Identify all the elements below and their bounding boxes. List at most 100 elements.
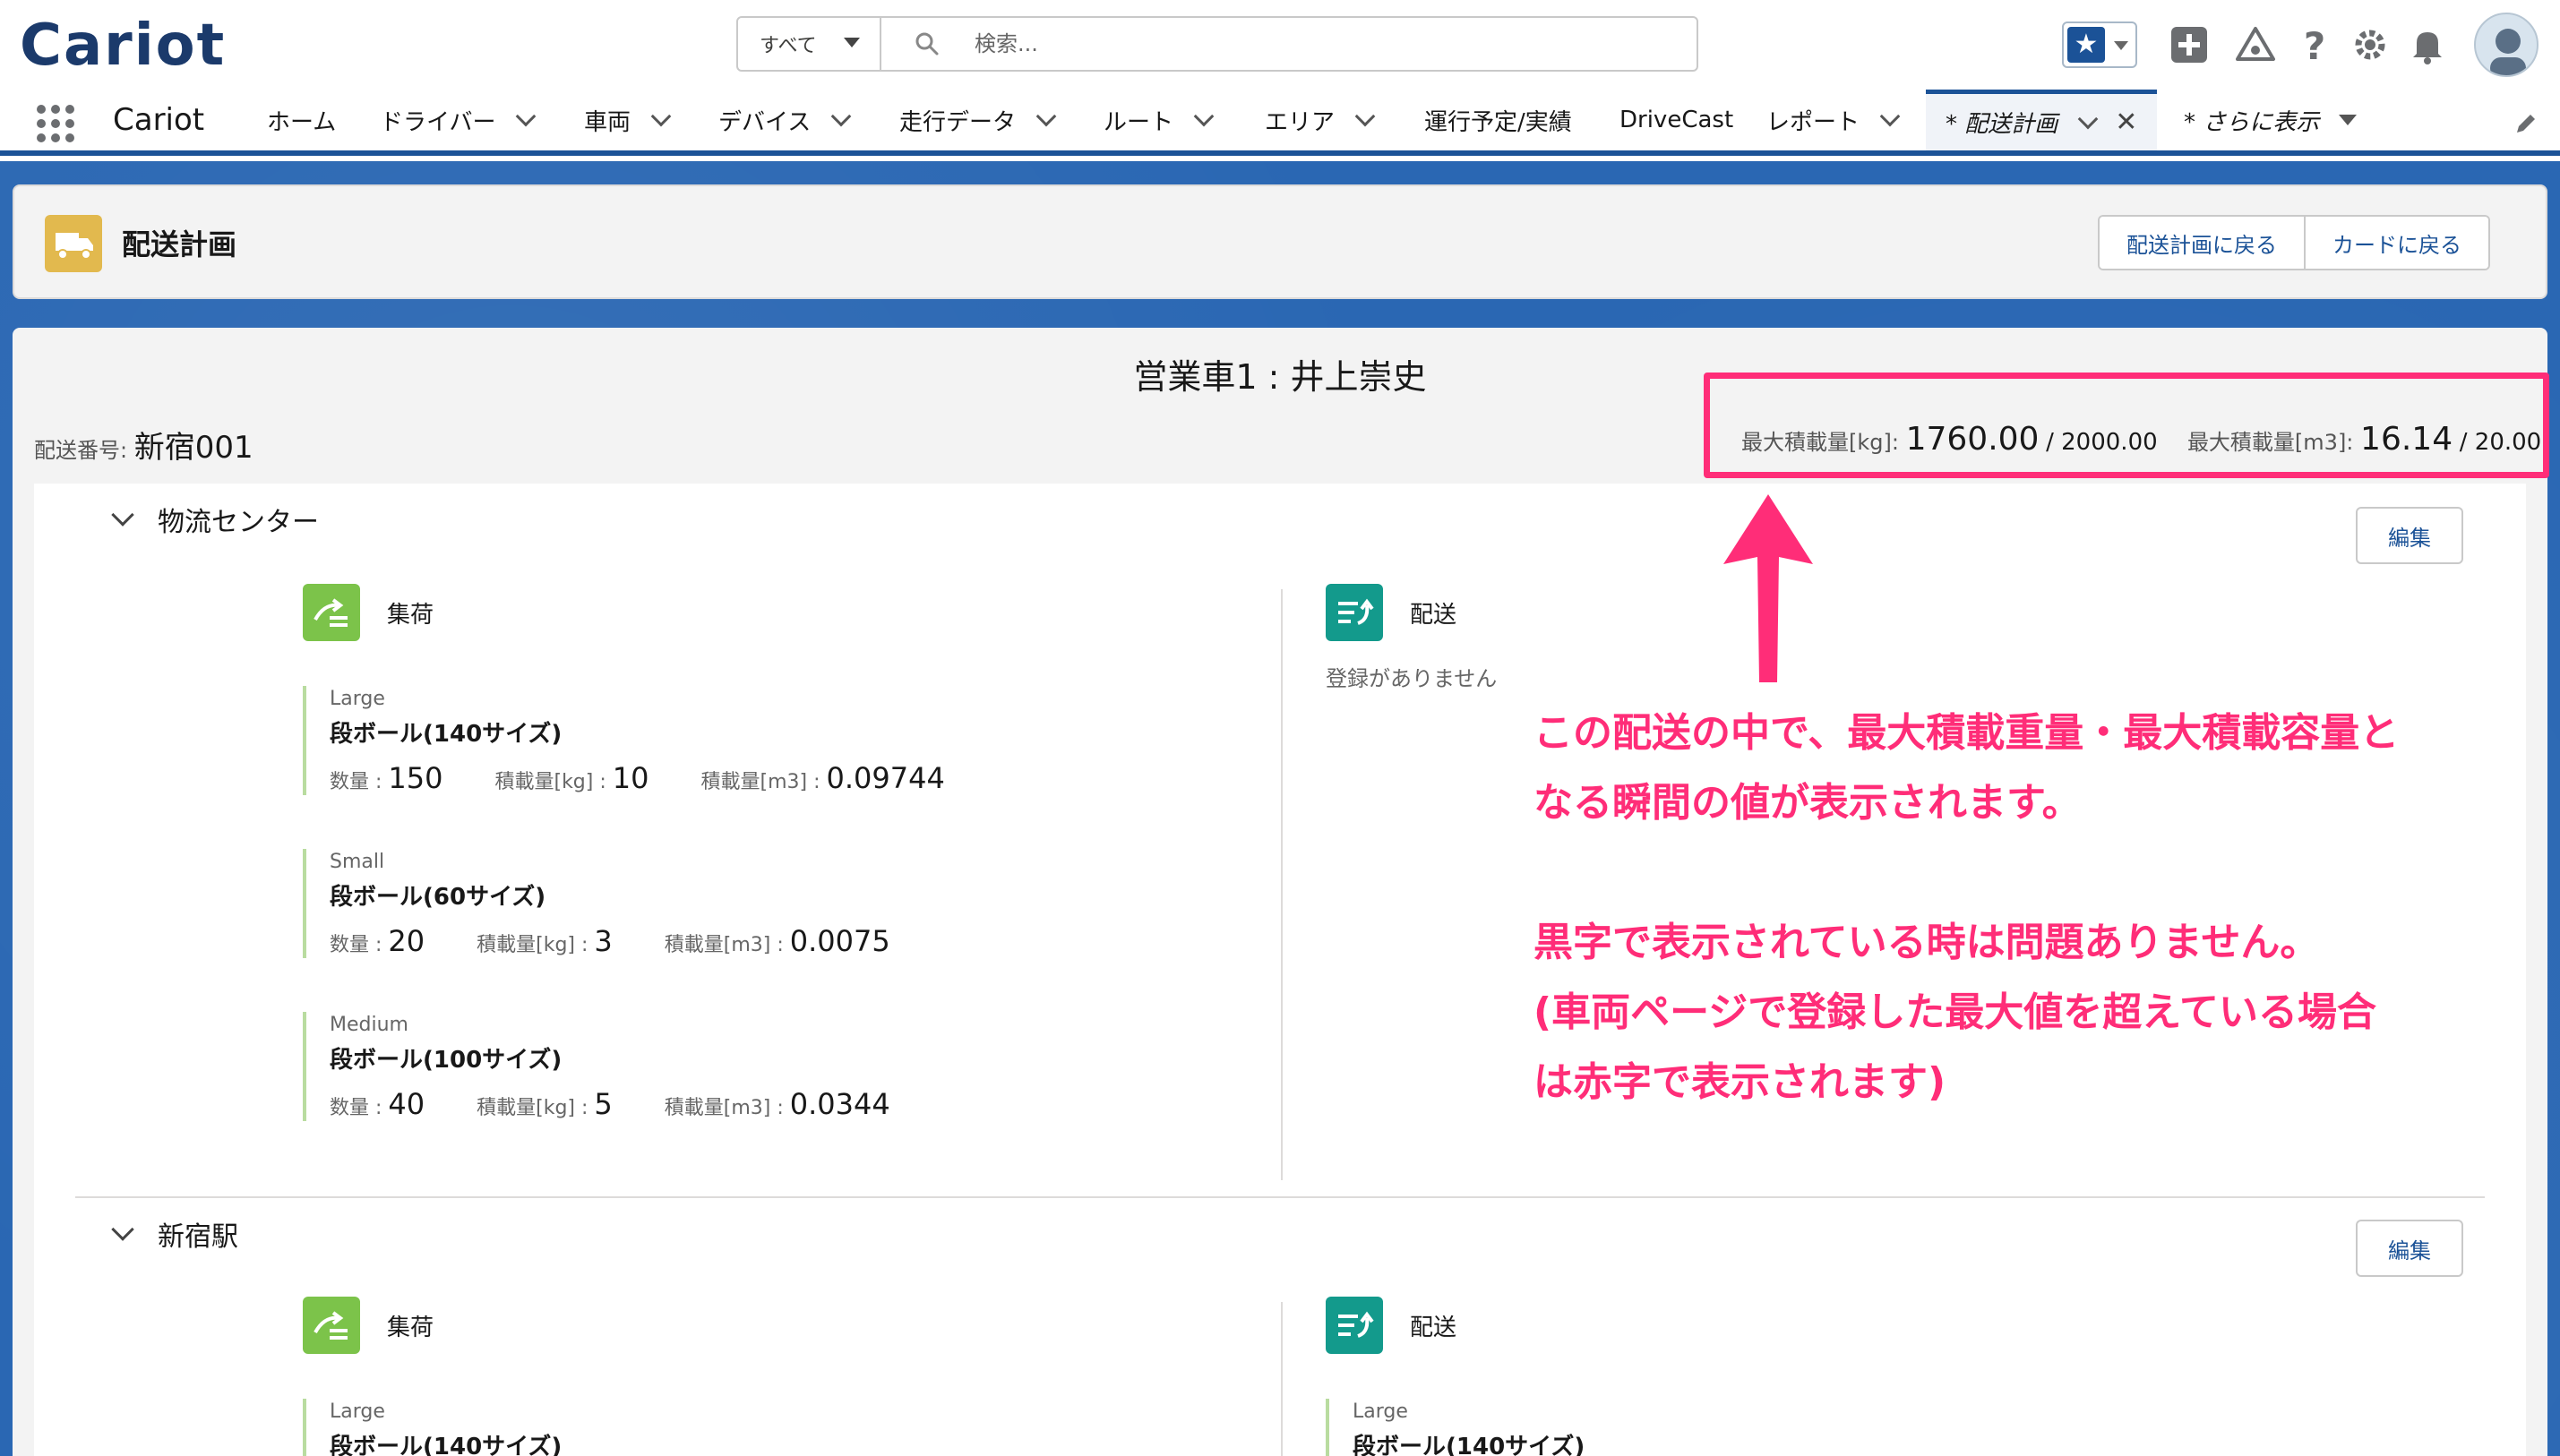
nav-item-label: レポート bbox=[1766, 108, 1860, 136]
nav-item-areas[interactable]: エリア bbox=[1265, 90, 1376, 150]
column-divider bbox=[1281, 1302, 1283, 1456]
cargo-size: Medium bbox=[330, 1014, 408, 1036]
qty-label: 数量 : bbox=[330, 771, 382, 793]
caret-down-icon bbox=[844, 38, 860, 47]
cargo-size: Large bbox=[330, 1400, 385, 1423]
chevron-down-icon bbox=[111, 503, 134, 527]
navigation-bar: Cariot ホーム ドライバー 車両 デバイス 走行データ ルート エリア 運… bbox=[0, 90, 2560, 156]
weight-value: 3 bbox=[594, 924, 613, 958]
nav-item-label: * 配送計画 bbox=[1946, 111, 2058, 138]
avatar-icon bbox=[2490, 29, 2526, 75]
cargo-name: 段ボール(140サイズ) bbox=[330, 721, 563, 748]
stop-name: 物流センター bbox=[158, 507, 319, 538]
chevron-down-icon[interactable] bbox=[516, 106, 537, 127]
no-records-message: 登録がありません bbox=[1326, 666, 1498, 691]
delivery-header: 配送 bbox=[1326, 584, 1456, 641]
nav-item-label: エリア bbox=[1265, 108, 1336, 136]
search-input[interactable] bbox=[975, 23, 1673, 64]
cargo-name: 段ボール(140サイズ) bbox=[330, 1434, 563, 1456]
weight-label: 積載量[kg] : bbox=[477, 1097, 588, 1119]
delivery-number-label: 配送番号: bbox=[34, 438, 128, 463]
nav-item-reports[interactable]: レポート bbox=[1766, 90, 1901, 150]
search-scope-select[interactable]: すべて bbox=[738, 18, 881, 70]
delivery-icon bbox=[1326, 584, 1383, 641]
nav-item-vehicles[interactable]: 車両 bbox=[584, 90, 672, 150]
back-to-plan-button[interactable]: 配送計画に戻る bbox=[2100, 217, 2304, 269]
close-icon[interactable]: ✕ bbox=[2115, 107, 2137, 138]
favorites-button[interactable]: ★ bbox=[2062, 21, 2137, 68]
volume-label: 積載量[m3] : bbox=[664, 1097, 784, 1119]
volume-value: 0.0344 bbox=[789, 1087, 890, 1121]
column-divider bbox=[1281, 589, 1283, 1180]
nav-item-drivers[interactable]: ドライバー bbox=[380, 90, 537, 150]
annotation-line: (車両ページで登録した最大値を超えている場合 bbox=[1533, 989, 2377, 1035]
volume-value: 0.0075 bbox=[789, 924, 890, 958]
global-search: すべて bbox=[736, 16, 1698, 72]
search-scope-label: すべて bbox=[760, 35, 817, 57]
nav-item-drivecast[interactable]: DriveCast bbox=[1619, 90, 1733, 150]
delivery-icon bbox=[1326, 1297, 1383, 1354]
cargo-name: 段ボール(140サイズ) bbox=[1353, 1434, 1585, 1456]
qty-value: 20 bbox=[388, 924, 425, 958]
nav-item-driving-data[interactable]: 走行データ bbox=[899, 90, 1057, 150]
edit-button[interactable]: 編集 bbox=[2356, 1220, 2463, 1277]
search-icon bbox=[915, 32, 939, 56]
chevron-down-icon bbox=[111, 1218, 134, 1241]
user-avatar[interactable] bbox=[2474, 13, 2539, 77]
gear-icon[interactable] bbox=[2349, 23, 2392, 66]
volume-label: 積載量[m3] : bbox=[664, 934, 784, 956]
cargo-name: 段ボール(60サイズ) bbox=[330, 884, 546, 911]
nav-item-devices[interactable]: デバイス bbox=[718, 90, 852, 150]
trailhead-icon[interactable] bbox=[2234, 23, 2277, 66]
chevron-down-icon[interactable] bbox=[1879, 106, 1901, 127]
pickup-header: 集荷 bbox=[303, 584, 434, 641]
nav-item-routes[interactable]: ルート bbox=[1104, 90, 1215, 150]
pickup-label: 集荷 bbox=[387, 601, 434, 629]
chevron-down-icon[interactable] bbox=[1193, 106, 1215, 127]
annotation-line: は赤字で表示されます) bbox=[1533, 1059, 1946, 1105]
pickup-label: 集荷 bbox=[387, 1314, 434, 1341]
pickup-icon bbox=[303, 584, 360, 641]
app-name: Cariot bbox=[113, 102, 205, 138]
chevron-down-icon[interactable] bbox=[2077, 108, 2099, 129]
cariot-logo[interactable]: Cariot bbox=[20, 13, 226, 79]
nav-item-more[interactable]: * さらに表示 bbox=[2184, 90, 2358, 150]
weight-label: 積載量[kg] : bbox=[477, 934, 588, 956]
volume-value: 0.09744 bbox=[826, 761, 945, 795]
page-header: 配送計画 配送計画に戻る カードに戻る bbox=[13, 184, 2547, 299]
add-icon[interactable] bbox=[2168, 23, 2211, 66]
tab-delivery-plan[interactable]: * 配送計画 ✕ bbox=[1926, 90, 2158, 150]
annotation-line: 黒字で表示されている時は問題ありません。 bbox=[1533, 920, 2320, 965]
delivery-number-value: 新宿001 bbox=[133, 430, 253, 466]
bell-icon[interactable] bbox=[2406, 23, 2449, 66]
nav-item-home[interactable]: ホーム bbox=[267, 90, 336, 150]
chevron-down-icon[interactable] bbox=[650, 106, 672, 127]
nav-item-schedule[interactable]: 運行予定/実績 bbox=[1424, 90, 1572, 150]
annotation-text: この配送の中で、最大積載重量・最大積載容量と なる瞬間の値が表示されます。 黒字… bbox=[1533, 698, 2537, 1118]
qty-label: 数量 : bbox=[330, 934, 382, 956]
annotation-highlight-box bbox=[1704, 373, 2549, 478]
qty-label: 数量 : bbox=[330, 1097, 382, 1119]
delivery-label: 配送 bbox=[1410, 1314, 1457, 1341]
chevron-down-icon[interactable] bbox=[1354, 106, 1376, 127]
chevron-down-icon[interactable] bbox=[830, 106, 852, 127]
pickup-icon bbox=[303, 1297, 360, 1354]
global-header: Cariot すべて ★ ? bbox=[0, 0, 2560, 90]
list-item: Large 段ボール(140サイズ) bbox=[1326, 1399, 2132, 1456]
caret-down-icon bbox=[2339, 115, 2358, 125]
back-to-card-button[interactable]: カードに戻る bbox=[2304, 217, 2488, 269]
app-launcher-icon[interactable] bbox=[36, 104, 75, 143]
cargo-quantities: 数量 : 20 積載量[kg] : 3 積載量[m3] : 0.0075 bbox=[330, 924, 1109, 958]
nav-item-label: ドライバー bbox=[380, 108, 496, 136]
edit-button[interactable]: 編集 bbox=[2356, 507, 2463, 564]
pencil-icon[interactable] bbox=[2513, 111, 2539, 136]
stop-toggle-logistics-center[interactable]: 物流センター bbox=[111, 500, 319, 539]
nav-item-label: 運行予定/実績 bbox=[1424, 108, 1572, 136]
help-icon[interactable]: ? bbox=[2293, 23, 2336, 66]
qty-value: 150 bbox=[388, 761, 443, 795]
nav-item-label: ルート bbox=[1104, 108, 1174, 136]
stop-toggle-shinjuku-station[interactable]: 新宿駅 bbox=[111, 1214, 238, 1254]
nav-item-label: DriveCast bbox=[1619, 107, 1734, 133]
nav-item-label: * さらに表示 bbox=[2184, 108, 2320, 136]
chevron-down-icon[interactable] bbox=[1035, 106, 1057, 127]
